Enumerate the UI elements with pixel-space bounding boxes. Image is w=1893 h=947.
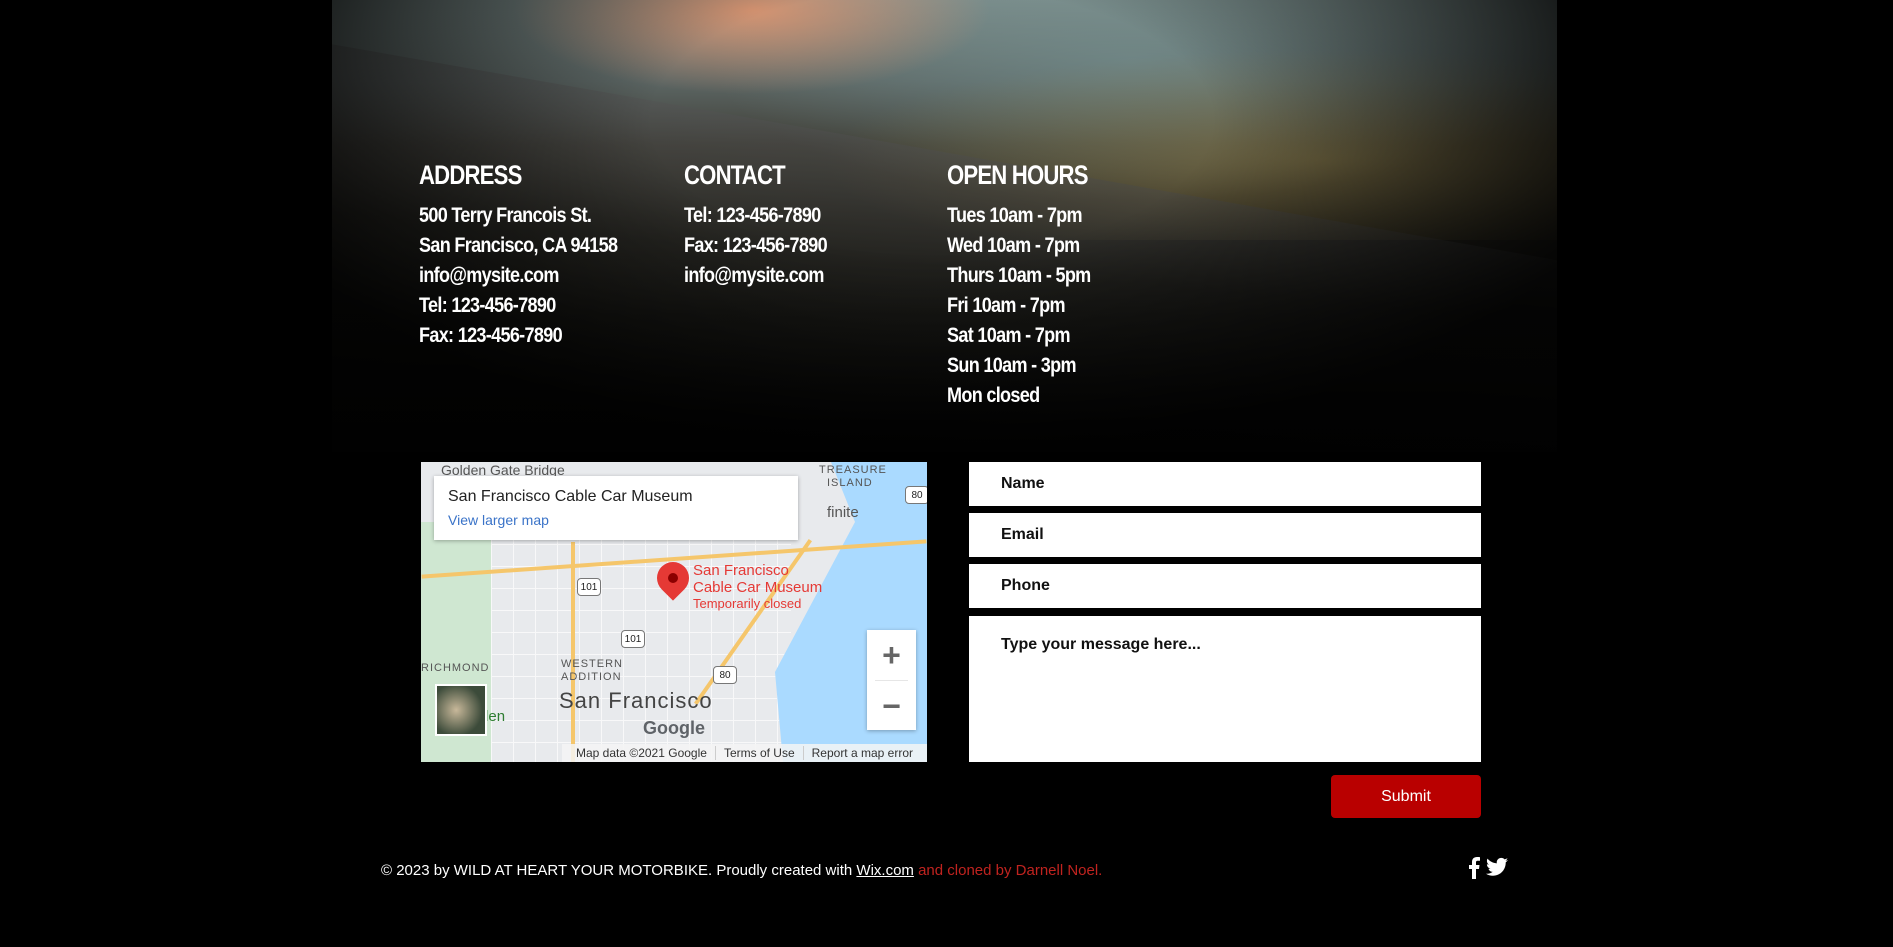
map-label-island: ISLAND — [827, 477, 873, 489]
message-field[interactable] — [969, 616, 1481, 762]
google-logo: Google — [643, 718, 705, 739]
poi-name-line: Cable Car Museum — [693, 579, 823, 596]
hours-line: Mon closed — [947, 384, 1040, 407]
twitter-icon[interactable] — [1486, 857, 1508, 877]
hours-line: Tues 10am - 7pm — [947, 204, 1083, 227]
map-label-treasure: TREASURE — [819, 464, 887, 476]
site-footer: © 2023 by WILD AT HEART YOUR MOTORBIKE. … — [381, 862, 1102, 879]
map-attribution-bar: Map data ©2021 Google Terms of Use Repor… — [562, 744, 927, 762]
map-attribution: Map data ©2021 Google — [568, 746, 716, 760]
map-label-richmond: RICHMOND — [421, 662, 490, 674]
map-label-area: finite — [827, 504, 859, 521]
address-tel: Tel: 123-456-7890 — [419, 294, 556, 317]
satellite-toggle-button[interactable] — [435, 684, 487, 736]
hours-line: Thurs 10am - 5pm — [947, 264, 1091, 287]
highway-shield: 80 — [713, 666, 737, 684]
name-field[interactable] — [969, 462, 1481, 506]
map-info-card: San Francisco Cable Car Museum View larg… — [434, 476, 798, 540]
footer-credit: and cloned by Darnell Noel. — [913, 862, 1103, 879]
google-logo-text: Google — [643, 718, 705, 738]
zoom-out-button[interactable]: − — [867, 681, 916, 731]
address-column: ADDRESS 500 Terry Francois St. San Franc… — [419, 160, 650, 351]
hours-line: Fri 10am - 7pm — [947, 294, 1066, 317]
phone-field[interactable] — [969, 564, 1481, 608]
footer-copyright: © 2023 by WILD AT HEART YOUR MOTORBIKE. … — [381, 862, 857, 879]
address-line: San Francisco, CA 94158 — [419, 234, 618, 257]
map-terms-link[interactable]: Terms of Use — [716, 746, 804, 760]
highway-shield: 80 — [905, 486, 927, 504]
wix-link[interactable]: Wix.com — [856, 862, 914, 879]
address-heading: ADDRESS — [419, 160, 522, 190]
google-map[interactable]: Golden Gate Bridge TREASURE ISLAND finit… — [421, 462, 927, 762]
address-line: 500 Terry Francois St. — [419, 204, 592, 227]
social-links — [1468, 857, 1508, 879]
map-report-link[interactable]: Report a map error — [804, 746, 921, 760]
hours-heading: OPEN HOURS — [947, 160, 1088, 190]
contact-fax: Fax: 123-456-7890 — [684, 234, 828, 257]
map-label-western: WESTERN — [561, 658, 623, 670]
map-poi-status: Temporarily closed — [693, 596, 802, 611]
address-email[interactable]: info@mysite.com — [419, 261, 617, 291]
hours-line: Sat 10am - 7pm — [947, 324, 1071, 347]
hours-line: Wed 10am - 7pm — [947, 234, 1080, 257]
map-place-title: San Francisco Cable Car Museum — [448, 488, 693, 505]
address-fax: Fax: 123-456-7890 — [419, 324, 563, 347]
view-larger-map-link[interactable]: View larger map — [448, 512, 549, 528]
submit-button[interactable]: Submit — [1331, 775, 1481, 818]
map-city-label: San Francisco — [559, 688, 713, 713]
facebook-icon[interactable] — [1468, 857, 1480, 879]
highway-shield: 101 — [577, 578, 601, 596]
highway-shield: 101 — [621, 630, 645, 648]
zoom-in-button[interactable]: + — [867, 630, 916, 680]
map-zoom-control: + − — [867, 630, 916, 730]
contact-heading: CONTACT — [684, 160, 786, 190]
map-highway — [571, 542, 575, 762]
contact-tel: Tel: 123-456-7890 — [684, 204, 821, 227]
email-field[interactable] — [969, 513, 1481, 557]
map-poi-name[interactable]: San Francisco Cable Car Museum — [693, 562, 822, 596]
hours-column: OPEN HOURS Tues 10am - 7pm Wed 10am - 7p… — [947, 160, 1119, 411]
hours-line: Sun 10am - 3pm — [947, 354, 1077, 377]
contact-email[interactable]: info@mysite.com — [684, 261, 827, 291]
map-label-addition: ADDITION — [561, 671, 622, 683]
poi-name-line: San Francisco — [693, 562, 789, 579]
contact-column: CONTACT Tel: 123-456-7890 Fax: 123-456-7… — [684, 160, 850, 291]
